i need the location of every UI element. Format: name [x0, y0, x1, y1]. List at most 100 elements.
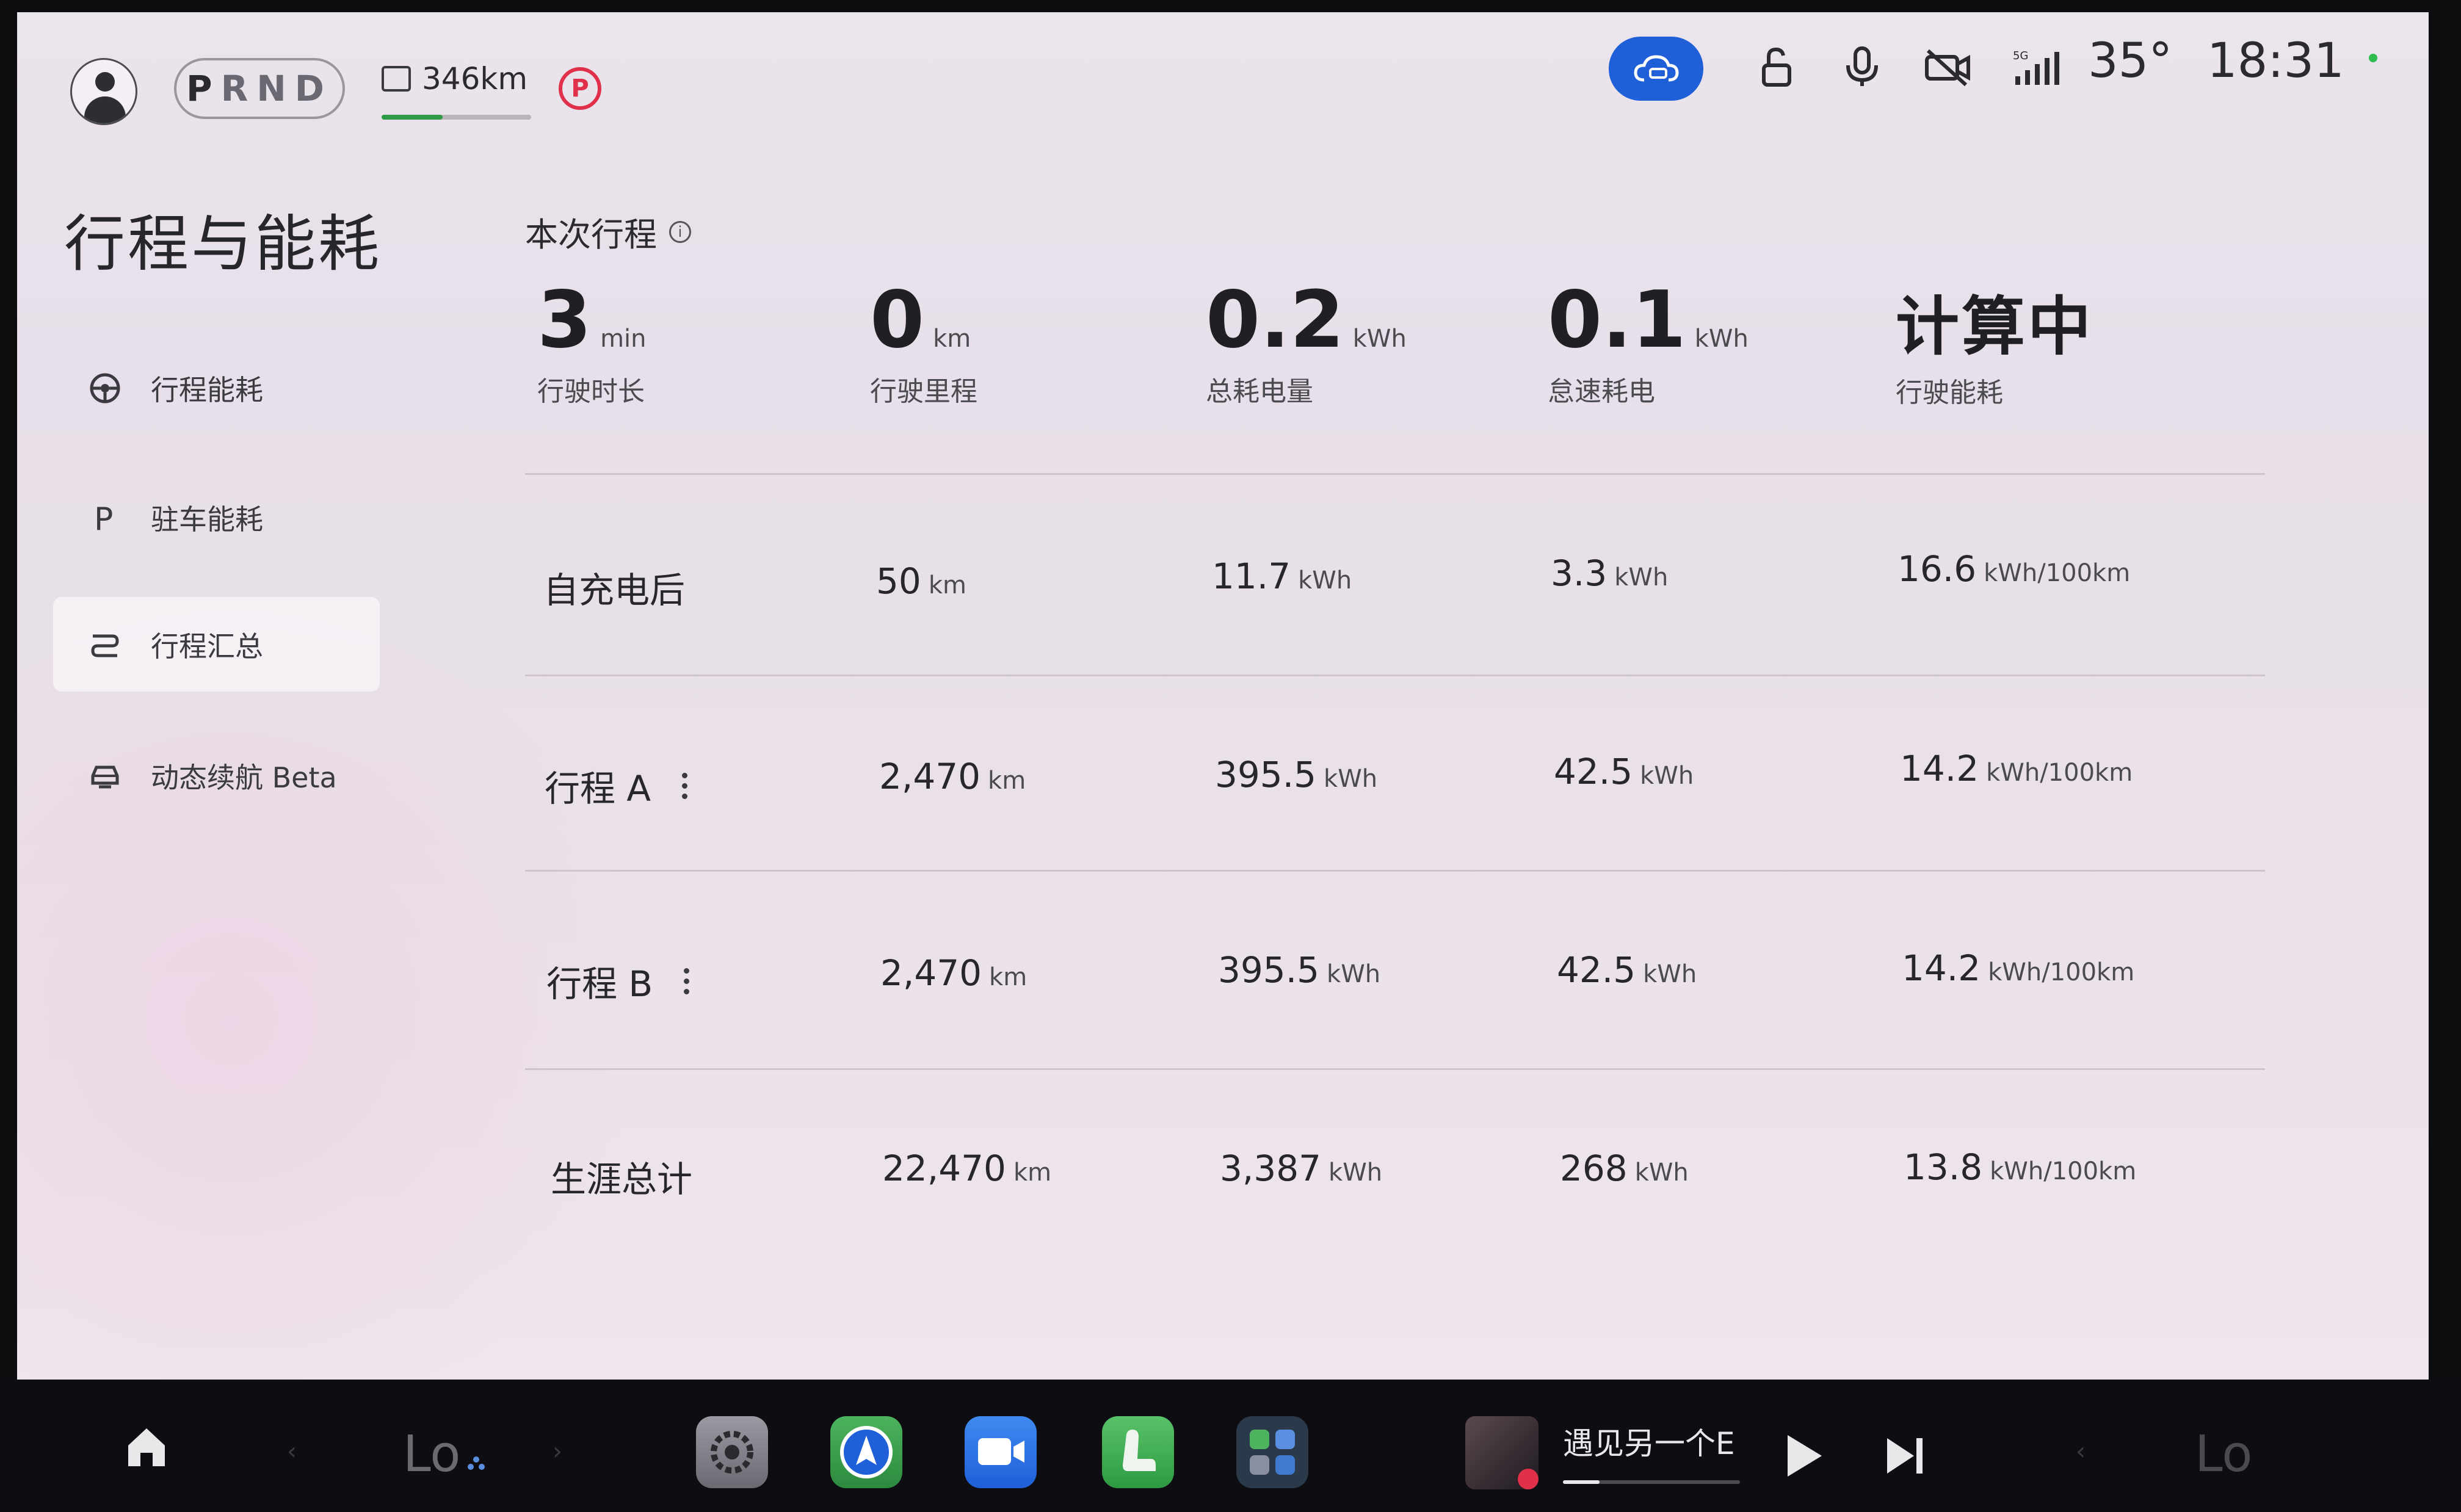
- svg-text:P: P: [94, 501, 113, 535]
- current-trip-title-text: 本次行程: [525, 215, 657, 254]
- cell-value: 14.2: [1900, 748, 1979, 789]
- stat-label: 怠速耗电: [1548, 376, 1655, 407]
- play-icon[interactable]: [1783, 1431, 1825, 1483]
- app-grid-icon[interactable]: [1236, 1416, 1308, 1488]
- microphone-icon[interactable]: [1838, 43, 1887, 92]
- info-icon[interactable]: i: [669, 220, 691, 243]
- cell-unit: kWh: [1614, 563, 1669, 591]
- sidebar-item-label: 动态续航 Beta: [151, 761, 337, 794]
- cell-unit: kWh: [1324, 765, 1378, 793]
- media-progress-bar[interactable]: [1563, 1480, 1740, 1484]
- fan-icon: [467, 1456, 485, 1473]
- stat-unit: km: [933, 325, 971, 353]
- sidebar-item-trip-energy[interactable]: 行程能耗: [53, 341, 380, 435]
- unlock-icon[interactable]: [1752, 43, 1801, 92]
- navigation-app-icon[interactable]: [830, 1416, 902, 1488]
- cell-value: 16.6: [1897, 548, 1977, 590]
- cell-unit: kWh: [1643, 960, 1697, 988]
- gear-selector: PRND: [174, 58, 345, 119]
- stat-idle-energy: 0.1 kWh 怠速耗电: [1548, 275, 1749, 408]
- cell-consumption: 16.6 kWh/100km: [1897, 548, 2130, 590]
- cell-unit: km: [928, 571, 966, 599]
- cell-unit: kWh: [1640, 762, 1694, 790]
- row-label-since-charge: 自充电后: [543, 562, 685, 613]
- cell-unit: kWh/100km: [1986, 759, 2133, 787]
- connected-service-button[interactable]: [1609, 37, 1703, 101]
- music-app-badge-icon: [1518, 1469, 1539, 1489]
- stat-duration: 3 min 行驶时长: [537, 275, 647, 408]
- stat-total-energy: 0.2 kWh 总耗电量: [1206, 275, 1407, 408]
- row-label-trip-a: 行程 A: [545, 760, 694, 811]
- parking-brake-letter: P: [571, 74, 589, 103]
- cell-distance: 50 km: [876, 560, 966, 602]
- media-title: 遇见另一个E: [1563, 1426, 1735, 1461]
- steering-wheel-icon: [87, 370, 123, 407]
- settings-app-icon[interactable]: [696, 1416, 768, 1488]
- chevron-right-icon[interactable]: ›: [553, 1438, 562, 1466]
- chevron-left-icon[interactable]: ‹: [287, 1438, 297, 1466]
- row-label-text: 行程 B: [546, 963, 653, 1005]
- cell-total-energy: 395.5 kWh: [1218, 949, 1380, 991]
- sidebar-item-parking-energy[interactable]: P 驻车能耗: [53, 470, 380, 565]
- cell-value: 395.5: [1218, 949, 1320, 991]
- range-bar: [382, 115, 531, 120]
- user-avatar[interactable]: [70, 58, 137, 125]
- album-art[interactable]: [1465, 1416, 1539, 1489]
- video-call-app-icon[interactable]: [965, 1416, 1037, 1488]
- cell-unit: kWh: [1327, 960, 1381, 988]
- cell-value: 268: [1560, 1148, 1628, 1189]
- camera-off-icon[interactable]: [1923, 43, 1972, 92]
- cell-unit: kWh: [1634, 1159, 1689, 1187]
- sidebar-item-label: 驻车能耗: [151, 502, 263, 536]
- seat-app-icon[interactable]: [1102, 1416, 1174, 1488]
- cell-unit: kWh/100km: [1988, 958, 2135, 986]
- row-label-lifetime: 生涯总计: [551, 1151, 692, 1202]
- outside-temperature: 35°: [2088, 34, 2173, 89]
- trip-b-menu-icon[interactable]: [677, 968, 695, 994]
- left-climate-temp[interactable]: Lo: [403, 1425, 460, 1483]
- cell-value: 3.3: [1551, 552, 1607, 594]
- cell-unit: km: [989, 963, 1028, 991]
- sidebar-item-trip-summary[interactable]: 行程汇总: [53, 597, 380, 692]
- divider: [525, 1068, 2265, 1070]
- home-icon[interactable]: [122, 1422, 171, 1474]
- row-label-text: 自充电后: [543, 570, 686, 611]
- cell-value: 2,470: [879, 756, 981, 797]
- range-value: 346km: [422, 61, 528, 96]
- gear-r: R: [220, 68, 257, 109]
- cell-value: 42.5: [1557, 949, 1636, 991]
- right-climate-temp[interactable]: Lo: [2195, 1425, 2252, 1483]
- row-label-trip-b: 行程 B: [546, 955, 695, 1007]
- network-label: 5G: [2013, 49, 2028, 62]
- cell-idle-energy: 268 kWh: [1560, 1148, 1689, 1189]
- cell-idle-energy: 3.3 kWh: [1551, 552, 1668, 594]
- route-icon: [87, 626, 123, 663]
- range-indicator: 346km: [382, 61, 527, 96]
- cell-distance: 2,470 km: [879, 756, 1026, 797]
- sidebar-item-dynamic-range[interactable]: 动态续航 Beta: [53, 728, 380, 823]
- cell-total-energy: 395.5 kWh: [1215, 754, 1377, 795]
- trip-a-menu-icon[interactable]: [675, 772, 694, 799]
- gear-n: N: [256, 68, 295, 109]
- stat-value: 0.1: [1548, 275, 1686, 366]
- stat-unit: kWh: [1694, 325, 1749, 353]
- cell-consumption: 14.2 kWh/100km: [1900, 748, 2133, 789]
- stat-label: 总耗电量: [1206, 376, 1313, 407]
- cell-unit: kWh/100km: [1984, 559, 2131, 587]
- stat-label: 行驶里程: [870, 376, 977, 407]
- stat-value: 计算中: [1896, 289, 2094, 364]
- cell-idle-energy: 42.5 kWh: [1557, 949, 1697, 991]
- cell-value: 11.7: [1212, 555, 1291, 597]
- next-track-icon[interactable]: [1883, 1434, 1926, 1480]
- sidebar-item-label: 行程能耗: [151, 373, 263, 407]
- signal-5g-icon: 5G: [2012, 43, 2060, 92]
- stat-distance: 0 km 行驶里程: [870, 275, 977, 408]
- cell-distance: 22,470 km: [882, 1148, 1051, 1189]
- cloud-car-icon: [1633, 54, 1679, 81]
- cell-value: 14.2: [1902, 947, 1981, 989]
- row-label-text: 行程 A: [545, 768, 651, 809]
- stat-unit: kWh: [1352, 325, 1407, 353]
- stat-label: 行驶时长: [537, 376, 645, 407]
- chevron-left-icon[interactable]: ‹: [2076, 1438, 2086, 1466]
- stat-label: 行驶能耗: [1896, 377, 2003, 408]
